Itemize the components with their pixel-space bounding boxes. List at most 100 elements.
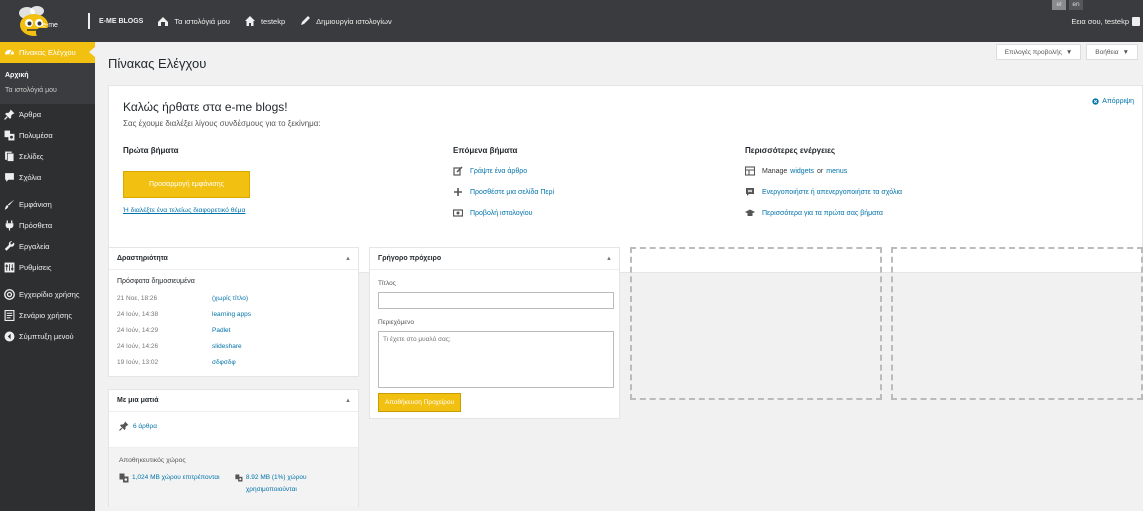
draft-header[interactable]: Γρήγορο πρόχειρο ▲: [370, 248, 619, 270]
submenu-my-blogs[interactable]: Τα ιστολόγιά μου: [0, 83, 95, 98]
my-blogs-label: Τα ιστολόγιά μου: [174, 16, 230, 26]
menu-item-label: Σελίδες: [19, 152, 44, 161]
draft-content-textarea[interactable]: [378, 331, 614, 388]
menu-dashboard[interactable]: Πίνακας Ελέγχου: [0, 42, 95, 63]
create-blog-label: Δημιουργία ιστολογίων: [316, 16, 392, 26]
learn-more-link[interactable]: Περισσότερα για τα πρώτα σας βήματα: [762, 210, 883, 217]
media-icon: [4, 130, 15, 141]
activity-item: 24 Ιούν, 14:38 learning apps: [117, 311, 251, 318]
menu-item-label: Ρυθμίσεις: [19, 263, 52, 272]
next-steps-heading: Επόμενα βήματα: [453, 146, 518, 155]
doc-icon: [4, 310, 15, 321]
write-post-link[interactable]: Γράψτε ένα άρθρο: [470, 168, 527, 175]
more-actions-heading: Περισσότερες ενέργειες: [745, 146, 836, 155]
collapse-arrow-icon[interactable]: ▲: [606, 256, 612, 262]
menu-item-help[interactable]: Εγχειρίδιο χρήσης: [0, 284, 95, 305]
submenu-home[interactable]: Αρχική: [0, 68, 95, 83]
eme-logo[interactable]: e-me: [0, 0, 72, 42]
media-icon: [119, 473, 129, 483]
add-about-page-row: Προσθέστε μια σελίδα Περί: [453, 186, 554, 198]
glance-header[interactable]: Με μια ματιά ▲: [109, 390, 358, 412]
menu-item-collapse[interactable]: Σύμπτυξη μενού: [0, 326, 95, 347]
menu-item-media[interactable]: Πολυμέσα: [0, 125, 95, 146]
help-button[interactable]: Βοήθεια ▼: [1086, 44, 1138, 60]
triangle-down-icon: ▼: [1122, 48, 1129, 56]
activity-post-link[interactable]: slideshare: [212, 343, 242, 350]
collapse-icon: [4, 331, 15, 342]
site-menu[interactable]: testekp: [237, 0, 292, 42]
menu-item-doc[interactable]: Σενάριο χρήσης: [0, 305, 95, 326]
layout-icon: [745, 166, 755, 176]
menu-item-label: Άρθρα: [19, 110, 42, 119]
or-text: or: [817, 167, 824, 175]
admin-bar: e-me E-ME BLOGS Τα ιστολόγιά μου testekp…: [0, 0, 1143, 42]
settings-icon: [4, 262, 15, 273]
menu-item-comments[interactable]: Σχόλια: [0, 167, 95, 188]
collapse-arrow-icon[interactable]: ▲: [345, 398, 351, 404]
menus-link[interactable]: menus: [826, 168, 847, 175]
close-circle-icon: [1092, 98, 1099, 105]
menu-item-pages[interactable]: Σελίδες: [0, 146, 95, 167]
site-label: testekp: [260, 16, 286, 26]
comment-disabled-icon: [746, 188, 754, 196]
pin-icon: [119, 421, 129, 431]
view-site-link[interactable]: Προβολή ιστολογίου: [470, 210, 532, 217]
activity-date: 19 Ιούν, 13:02: [117, 359, 159, 366]
admin-sidebar: Πίνακας Ελέγχου Αρχική Τα ιστολόγιά μου …: [0, 42, 95, 511]
activity-date: 24 Ιούν, 14:29: [117, 327, 159, 334]
activity-header[interactable]: Δραστηριότητα ▲: [109, 248, 358, 270]
activity-date: 21 Νοε, 18:26: [117, 295, 158, 302]
account-menu[interactable]: Εεια σου, testekp: [1071, 0, 1143, 42]
collapse-arrow-icon[interactable]: ▲: [345, 256, 351, 262]
activity-widget: Δραστηριότητα ▲ Πρόσφατα δημοσιευμένα 21 …: [108, 247, 359, 377]
comments-icon: [5, 173, 14, 182]
lang-el[interactable]: el: [1052, 0, 1066, 10]
activity-post-link[interactable]: learning apps: [212, 311, 251, 318]
choose-theme-link[interactable]: Ή διαλέξτε ένα τελείως διαφορετικό θέμα: [123, 207, 245, 214]
activity-post-link[interactable]: Padlet: [212, 327, 230, 334]
customize-button[interactable]: Προσαρμογή εμφάνισης: [123, 171, 250, 198]
graduation-cap-icon: [745, 209, 755, 216]
menu-group-content: Άρθρα Πολυμέσα Σελίδες Σχόλια: [0, 104, 95, 188]
main-content: Επιλογές προβολής ▼ Βοήθεια ▼ Πίνακας Ελέγ…: [95, 42, 1143, 511]
welcome-about: Σας έχουμε διαλέξει λίγους συνδέσμους γι…: [123, 119, 321, 128]
dismiss-link[interactable]: Απόρριψη: [1092, 98, 1134, 105]
help-label: Βοήθεια: [1095, 48, 1119, 56]
plugin-icon: [5, 220, 14, 231]
menu-item-settings[interactable]: Ρυθμίσεις: [0, 257, 95, 278]
storage-allowed-link[interactable]: 1,024 MB χώρου επιτρέπονται: [132, 472, 220, 484]
plus-icon: [454, 188, 462, 196]
menu-item-label: Σχόλια: [19, 173, 42, 182]
activity-post-link[interactable]: σδφσδφ: [212, 359, 236, 366]
activity-item: 24 Ιούν, 14:26 slideshare: [117, 343, 242, 350]
menu-item-wrench[interactable]: Εργαλεία: [0, 236, 95, 257]
storage-allowed: 1,024 MB χώρου επιτρέπονται: [119, 472, 220, 484]
menu-group-appearance: Εμφάνιση Πρόσθετα Εργαλεία Ρυθμίσεις: [0, 194, 95, 278]
draft-title-input[interactable]: [378, 292, 614, 309]
menu-item-brush[interactable]: Εμφάνιση: [0, 194, 95, 215]
storage-title: Αποθηκευτικός χώρος: [119, 457, 186, 464]
toggle-comments-link[interactable]: Ενεργοποιήστε ή απενεργοποιήστε τα σχόλι…: [762, 189, 902, 196]
brand-link[interactable]: E-ME BLOGS: [92, 0, 150, 42]
save-draft-button[interactable]: Αποθήκευση Προχείρου: [378, 393, 462, 412]
dashboard-submenu: Αρχική Τα ιστολόγιά μου: [0, 63, 95, 104]
add-about-page-link[interactable]: Προσθέστε μια σελίδα Περί: [470, 189, 554, 196]
dismiss-label: Απόρριψη: [1102, 98, 1134, 105]
empty-widget-dropzone[interactable]: [630, 247, 882, 400]
welcome-col-more-actions: Περισσότερες ενέργειες Manage widgets or…: [745, 146, 902, 228]
view-site-row: Προβολή ιστολογίου: [453, 207, 554, 219]
empty-widget-dropzone[interactable]: [891, 247, 1143, 400]
posts-count-link[interactable]: 6 άρθρα: [133, 423, 157, 430]
edit-page-icon: [453, 166, 463, 176]
menu-item-pin[interactable]: Άρθρα: [0, 104, 95, 125]
greeting-text: Εεια σου, testekp: [1071, 16, 1129, 26]
activity-post-link[interactable]: (χωρίς τίτλο): [212, 295, 248, 302]
storage-used-link[interactable]: 8.92 MB (1%) χώρου χρησιμοποιούνται: [246, 472, 335, 496]
screen-options-button[interactable]: Επιλογές προβολής ▼: [995, 44, 1082, 60]
pin-icon: [4, 109, 15, 120]
widgets-link[interactable]: widgets: [790, 168, 814, 175]
at-a-glance-widget: Με μια ματιά ▲ 6 άρθρα Αποθηκευτικός χώρο…: [108, 389, 359, 507]
my-blogs-menu[interactable]: Τα ιστολόγιά μου: [150, 0, 237, 42]
create-blog-link[interactable]: Δημιουργία ιστολογίων: [292, 0, 399, 42]
menu-item-plugin[interactable]: Πρόσθετα: [0, 215, 95, 236]
